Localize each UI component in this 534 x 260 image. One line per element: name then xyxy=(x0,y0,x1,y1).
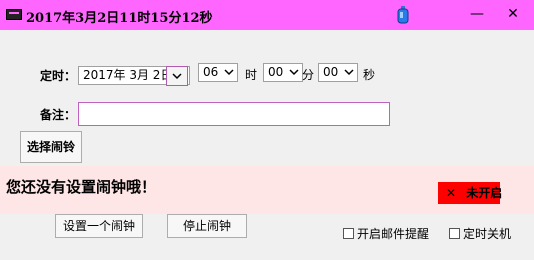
email-reminder-label: 开启邮件提醒 xyxy=(357,227,430,241)
time-label: 定时： xyxy=(40,69,77,83)
bottle-icon[interactable] xyxy=(396,6,410,24)
date-dropdown-button[interactable] xyxy=(166,66,188,86)
second-select[interactable]: 00 xyxy=(318,63,358,82)
minute-select[interactable]: 00 xyxy=(263,63,303,82)
choose-ringtone-button[interactable]: 选择闹铃 xyxy=(20,131,82,163)
email-reminder-checkbox[interactable] xyxy=(343,228,354,239)
status-badge: ✕ 未开启 xyxy=(438,182,503,204)
scheduled-shutdown-checkbox[interactable] xyxy=(449,228,460,239)
status-badge-text: 未开启 xyxy=(466,186,503,200)
minute-unit: 分 xyxy=(302,68,315,82)
app-icon xyxy=(6,9,22,20)
second-value: 00 xyxy=(323,65,339,79)
chevron-down-icon xyxy=(344,69,354,76)
date-value: 2017年 3月 2日 xyxy=(83,68,173,82)
note-input[interactable] xyxy=(78,102,390,126)
stop-alarm-button[interactable]: 停止闹钟 xyxy=(167,214,247,238)
minimize-button[interactable]: — xyxy=(466,4,488,26)
close-button[interactable]: ✕ xyxy=(502,4,524,26)
window-title: 2017年3月2日11时15分12秒 xyxy=(26,11,213,26)
scheduled-shutdown-label: 定时关机 xyxy=(463,227,512,241)
note-label: 备注： xyxy=(40,108,77,122)
hour-unit: 时 xyxy=(245,68,258,82)
title-bar: 2017年3月2日11时15分12秒 — ✕ xyxy=(0,0,534,30)
status-message: 您还没有设置闹钟哦！ xyxy=(6,178,157,196)
chevron-down-icon xyxy=(172,73,182,80)
hour-select[interactable]: 06 xyxy=(198,63,238,82)
hour-value: 06 xyxy=(203,65,219,79)
chevron-down-icon xyxy=(224,69,234,76)
minute-value: 00 xyxy=(268,65,284,79)
close-icon: ✕ xyxy=(446,186,457,200)
second-unit: 秒 xyxy=(363,68,376,82)
set-alarm-button[interactable]: 设置一个闹钟 xyxy=(55,214,143,238)
chevron-down-icon xyxy=(289,69,299,76)
